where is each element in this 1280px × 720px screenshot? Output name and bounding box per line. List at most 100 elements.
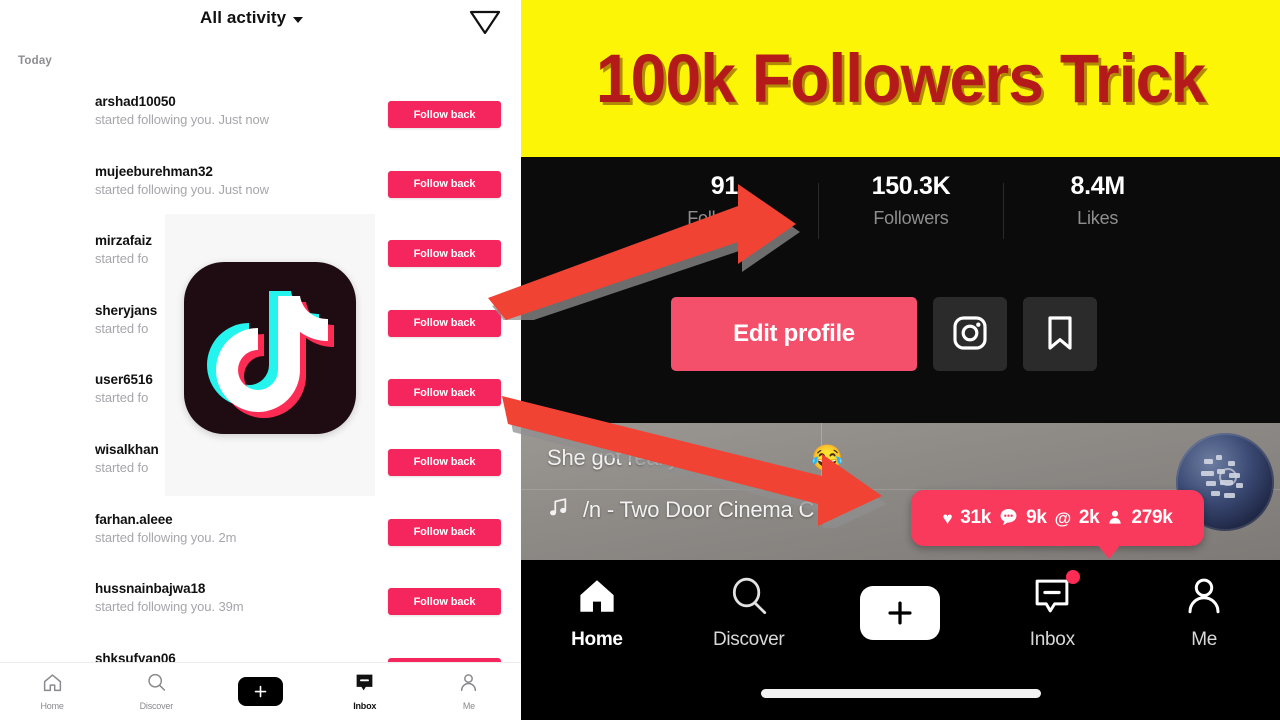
- music-row[interactable]: /n - Two Door Cinema C: [547, 495, 814, 525]
- nav-label: Home: [40, 701, 64, 711]
- notification-text: mujeeburehman32 started following you. J…: [95, 163, 385, 199]
- person-icon: [1107, 508, 1123, 529]
- pill-mentions: 2k: [1078, 507, 1100, 528]
- notification-username: mujeeburehman32: [95, 163, 213, 179]
- notification-text: farhan.aleee started following you. 2m: [95, 511, 385, 547]
- notification-badge-dot: [1066, 569, 1081, 584]
- notification-username: hussnainbajwa18: [95, 581, 206, 597]
- video-preview[interactable]: She got really 😂 /n - Two Door Cinema C: [521, 423, 1280, 560]
- activity-filter-label: All activity: [200, 8, 287, 27]
- follow-back-button[interactable]: Follow back: [388, 518, 501, 546]
- chevron-down-icon: [293, 16, 304, 23]
- list-item[interactable]: arshad10050 started following you. Just …: [0, 84, 521, 154]
- notification-subtitle: started following you. Just now: [95, 111, 385, 129]
- activity-filter-dropdown[interactable]: All activity: [200, 8, 304, 28]
- notification-action: started fo: [95, 320, 149, 336]
- notification-subtitle: started following you. 2m: [95, 529, 385, 547]
- pill-views: 279k: [1131, 507, 1173, 528]
- heart-icon: ♥: [942, 508, 953, 528]
- follow-back-button[interactable]: Follow back: [388, 309, 501, 337]
- inbox-header: All activity: [0, 0, 521, 44]
- inbox-icon: [1031, 569, 1081, 622]
- list-item[interactable]: farhan.aleee started following you. 2m F…: [0, 502, 521, 572]
- stat-value: 91: [710, 172, 739, 200]
- stat-followers[interactable]: 150.3K Followers: [817, 169, 1005, 239]
- notification-action: started fo: [95, 459, 149, 475]
- notification-time: 2m: [218, 529, 237, 545]
- banner-title: 100k Followers Trick: [595, 40, 1206, 117]
- follow-back-button[interactable]: Follow back: [388, 170, 501, 198]
- nav-item-create[interactable]: [208, 677, 312, 706]
- paper-plane-filter-icon[interactable]: [468, 8, 502, 36]
- person-icon: [1183, 575, 1225, 622]
- nav-label: Inbox: [1029, 628, 1075, 650]
- notification-time: Just now: [218, 112, 269, 127]
- nav-item-me[interactable]: Me: [417, 672, 521, 711]
- profile-section: 91 Following 150.3K Followers 8.4M Likes…: [521, 157, 1280, 423]
- notification-action: started following you.: [95, 181, 215, 197]
- follow-back-button[interactable]: Follow back: [388, 588, 501, 616]
- edit-profile-button[interactable]: Edit profile: [671, 297, 917, 371]
- nav-item-create[interactable]: [825, 585, 977, 640]
- instagram-icon: [950, 313, 990, 356]
- follow-back-button[interactable]: Follow back: [388, 448, 501, 476]
- search-icon: [146, 672, 167, 698]
- notification-username: farhan.aleee: [95, 511, 173, 527]
- instagram-link-button[interactable]: [933, 297, 1007, 371]
- nav-label: Me: [462, 701, 475, 711]
- plus-icon[interactable]: [851, 585, 950, 640]
- follow-back-button[interactable]: Follow back: [388, 240, 501, 268]
- notification-time: Just now: [218, 181, 269, 197]
- stat-label: Likes: [1077, 208, 1119, 228]
- list-item[interactable]: hussnainbajwa18 started following you. 3…: [0, 571, 521, 641]
- nav-item-inbox[interactable]: Inbox: [313, 672, 417, 711]
- follow-back-button[interactable]: Follow back: [388, 379, 501, 407]
- notification-action: started following you.: [95, 112, 215, 127]
- video-caption: She got really: [547, 445, 679, 470]
- list-item[interactable]: mujeeburehman32 started following you. J…: [0, 154, 521, 224]
- home-icon: [574, 575, 620, 622]
- notification-subtitle: started following you. 39m: [95, 598, 385, 616]
- inbox-icon: [354, 672, 375, 698]
- tiktok-logo-overlay-card: [165, 214, 375, 496]
- bottom-navigation-bar: Home Discover Inbox Me: [0, 662, 521, 720]
- music-title: /n - Two Door Cinema C: [583, 497, 815, 522]
- video-stats-pill: ♥ 31k 9k @ 2k 279k: [911, 490, 1204, 546]
- title-banner: 100k Followers Trick: [521, 0, 1280, 157]
- caption-emoji: 😂: [811, 443, 844, 473]
- tiktok-inbox-panel: All activity Today arshad10050 started f…: [0, 0, 521, 720]
- nav-item-discover[interactable]: Discover: [673, 575, 825, 651]
- notification-action: started fo: [95, 251, 149, 267]
- profile-stats-row: 91 Following 150.3K Followers 8.4M Likes: [631, 169, 1191, 259]
- stat-value: 8.4M: [1070, 172, 1125, 200]
- notification-text: hussnainbajwa18 started following you. 3…: [95, 580, 385, 616]
- nav-item-discover[interactable]: Discover: [104, 672, 208, 711]
- stat-divider: [817, 183, 819, 239]
- home-icon: [42, 672, 63, 698]
- notification-username: arshad10050: [95, 94, 176, 109]
- comment-icon: [999, 507, 1018, 529]
- stat-likes[interactable]: 8.4M Likes: [1004, 169, 1191, 233]
- profile-action-row: Edit profile: [671, 297, 1097, 371]
- plus-icon[interactable]: [233, 677, 288, 706]
- nav-item-home[interactable]: Home: [521, 575, 673, 651]
- nav-item-home[interactable]: Home: [0, 672, 104, 711]
- search-icon: [727, 575, 771, 622]
- follow-back-button[interactable]: Follow back: [388, 101, 501, 128]
- tiktok-logo: [184, 262, 356, 434]
- stat-following[interactable]: 91 Following: [631, 169, 818, 233]
- screenshot-root: All activity Today arshad10050 started f…: [0, 0, 1280, 720]
- stat-label: Followers: [873, 208, 949, 228]
- nav-label: Home: [571, 628, 623, 650]
- music-note-icon: [547, 495, 569, 525]
- nav-label: Discover: [712, 628, 785, 650]
- notification-text: arshad10050 started following you. Just …: [95, 93, 385, 129]
- nav-item-me[interactable]: Me: [1128, 575, 1280, 651]
- person-icon: [458, 672, 479, 698]
- bookmark-button[interactable]: [1023, 297, 1097, 371]
- pill-tail: [1096, 543, 1122, 559]
- pill-comments: 9k: [1026, 507, 1047, 528]
- notification-subtitle: started following you. Just now: [95, 181, 385, 199]
- nav-item-inbox[interactable]: Inbox: [976, 569, 1128, 651]
- pill-likes: 31k: [960, 507, 992, 528]
